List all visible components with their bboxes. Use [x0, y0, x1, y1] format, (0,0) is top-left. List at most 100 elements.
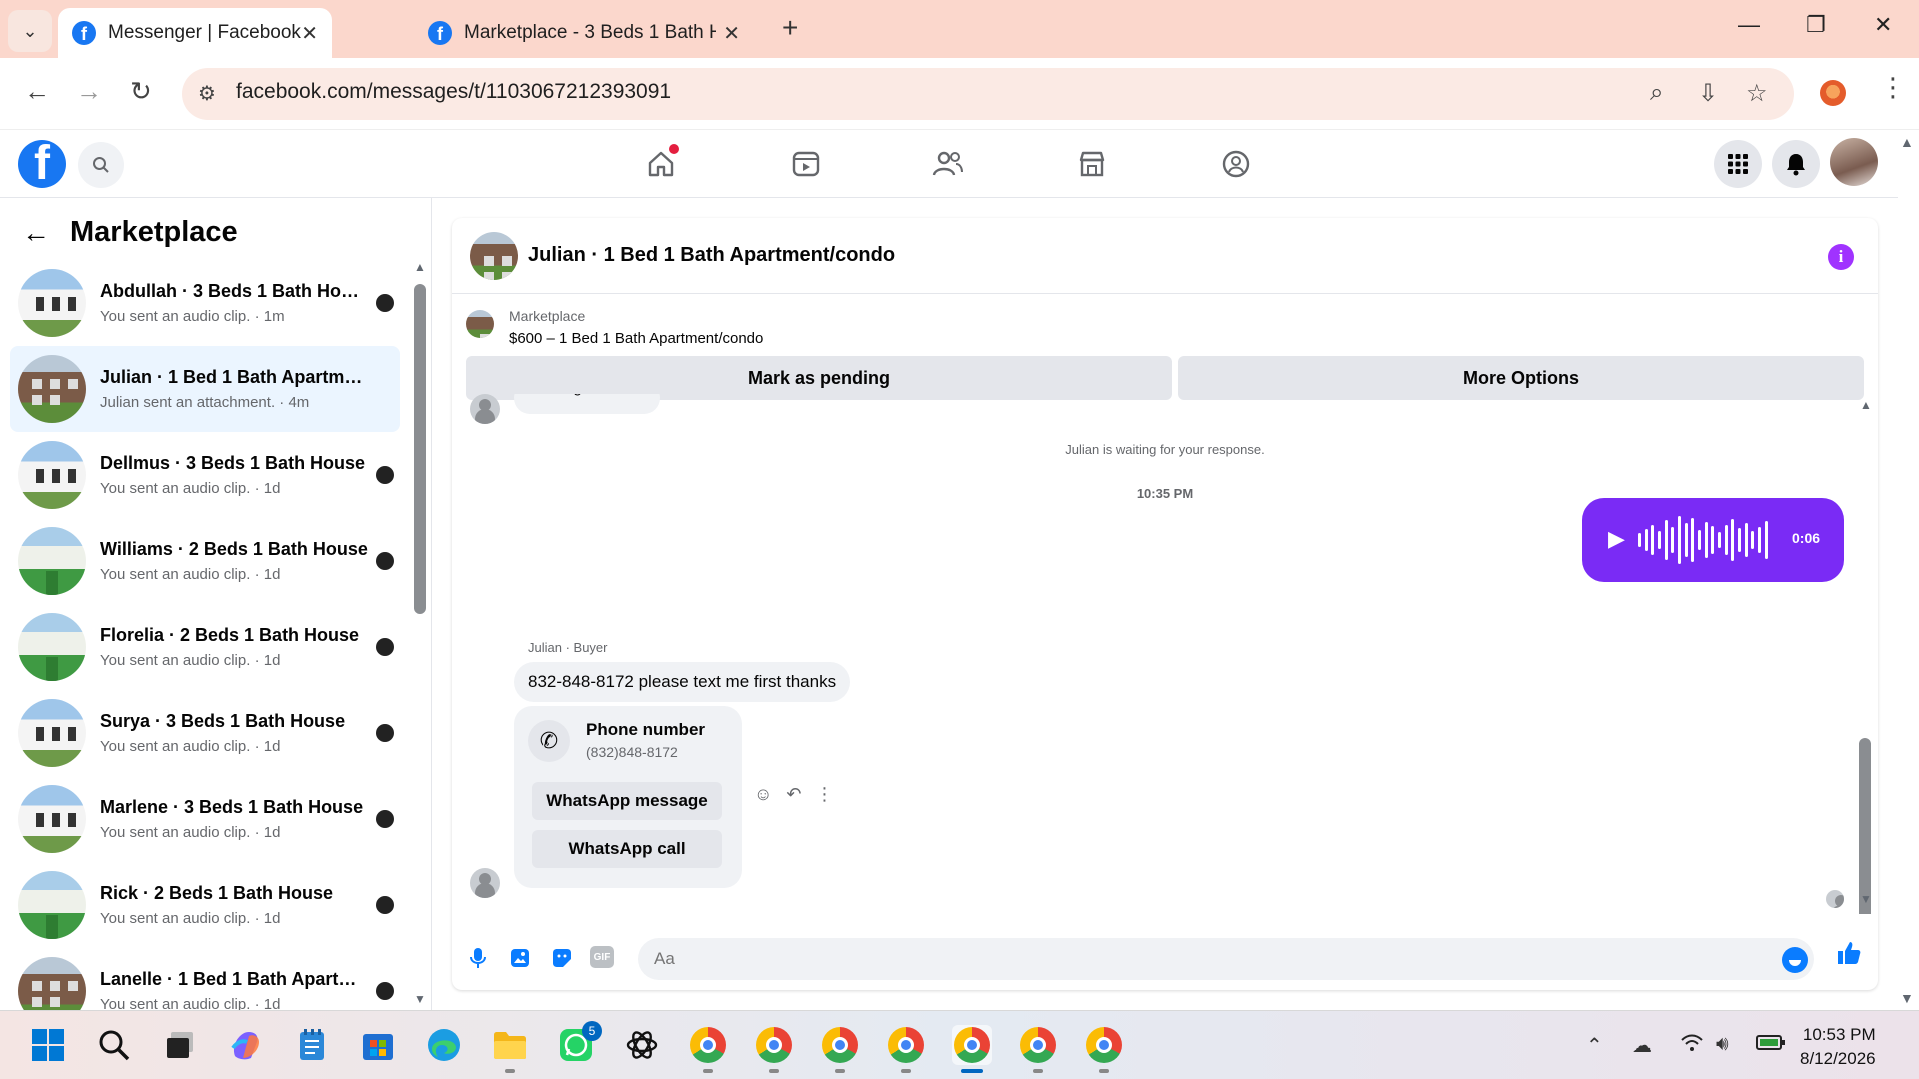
chrome-profile-icon[interactable]	[1018, 1025, 1058, 1065]
restore-icon[interactable]: ❐	[1806, 12, 1826, 38]
chrome-profile-icon[interactable]	[886, 1025, 926, 1065]
page-scroll-up-icon[interactable]: ▲	[1900, 134, 1914, 150]
url-text[interactable]: facebook.com/messages/t/1103067212393091	[236, 80, 671, 104]
install-app-icon[interactable]: ⇩	[1698, 79, 1718, 108]
conversation-title: Julian · 1 Bed 1 Bath Apartment/...	[100, 367, 370, 387]
conversation-item[interactable]: Dellmus · 3 Beds 1 Bath House You sent an…	[10, 432, 400, 518]
conversation-title: Lanelle · 1 Bed 1 Bath Apartmen...	[100, 969, 370, 989]
thumbs-up-icon[interactable]	[1836, 940, 1862, 973]
sticker-icon[interactable]	[548, 944, 576, 972]
conversation-preview: You sent an audio clip. · 1d	[100, 652, 281, 669]
back-arrow-icon[interactable]: ←	[22, 217, 50, 249]
notepad-icon[interactable]	[292, 1025, 332, 1065]
whatsapp-call-button[interactable]: WhatsApp call	[532, 830, 722, 868]
chrome-profile-icon-active[interactable]	[952, 1025, 992, 1065]
conversation-item[interactable]: Surya · 3 Beds 1 Bath House You sent an a…	[10, 690, 400, 776]
new-tab-icon[interactable]: +	[782, 12, 798, 44]
conversation-item[interactable]: Julian · 1 Bed 1 Bath Apartment/... Julia…	[10, 346, 400, 432]
conversation-item[interactable]: Marlene · 3 Beds 1 Bath House You sent an…	[10, 776, 400, 862]
onedrive-icon[interactable]: ☁	[1632, 1033, 1652, 1058]
chrome-profile-icon[interactable]	[1084, 1025, 1124, 1065]
wifi-icon[interactable]	[1680, 1033, 1704, 1059]
reply-icon[interactable]: ↶	[786, 784, 801, 805]
scroll-up-arrow-icon[interactable]: ▲	[414, 260, 426, 274]
facebook-logo-icon[interactable]: f	[18, 140, 66, 188]
tab-messenger[interactable]: f Messenger | Facebook ✕	[58, 8, 332, 58]
image-attach-icon[interactable]	[506, 944, 534, 972]
address-bar[interactable]: ⚙ facebook.com/messages/t/11030672123930…	[182, 68, 1794, 120]
nav-marketplace[interactable]	[1074, 146, 1110, 182]
listing-price[interactable]: $600 – 1 Bed 1 Bath Apartment/condo	[509, 330, 763, 347]
conversation-item[interactable]: Abdullah · 3 Beds 1 Bath House You sent a…	[10, 260, 400, 346]
play-icon[interactable]: ▶	[1608, 526, 1625, 552]
conversation-item[interactable]: Williams · 2 Beds 1 Bath House You sent a…	[10, 518, 400, 604]
notifications-button[interactable]	[1772, 140, 1820, 188]
phone-card-number: (832)848-8172	[586, 744, 678, 760]
page-scroll-down-icon[interactable]: ▼	[1900, 990, 1914, 1006]
conversation-avatar[interactable]	[470, 232, 518, 280]
start-icon[interactable]	[28, 1025, 68, 1065]
search-taskbar-icon[interactable]	[94, 1025, 134, 1065]
whatsapp-message-button[interactable]: WhatsApp message	[532, 782, 722, 820]
chat-scroll-up-icon[interactable]: ▲	[1860, 398, 1872, 412]
edge-icon[interactable]	[424, 1025, 464, 1065]
nav-home[interactable]	[643, 144, 679, 182]
nav-friends[interactable]	[930, 146, 966, 182]
account-avatar[interactable]	[1830, 138, 1878, 186]
emoji-icon[interactable]	[1782, 947, 1808, 973]
nav-groups[interactable]	[1218, 146, 1254, 182]
battery-icon[interactable]	[1756, 1033, 1786, 1057]
tab-marketplace[interactable]: f Marketplace - 3 Beds 1 Bath Ho ✕	[414, 8, 754, 58]
microsoft-store-icon[interactable]	[358, 1025, 398, 1065]
menu-button[interactable]	[1714, 140, 1762, 188]
scroll-down-arrow-icon[interactable]: ▼	[414, 992, 426, 1006]
tab-search-button[interactable]: ⌄	[8, 10, 52, 52]
waveform-bar	[1751, 531, 1755, 549]
task-view-icon[interactable]	[160, 1025, 200, 1065]
search-button[interactable]	[78, 142, 124, 188]
back-icon[interactable]: ←	[24, 76, 50, 107]
phone-number-card[interactable]: ✆ Phone number (832)848-8172 WhatsApp me…	[514, 706, 742, 888]
incoming-message[interactable]: 832-848-8172 please text me first thanks	[514, 662, 851, 702]
message-input[interactable]	[638, 938, 1814, 980]
conversation-text: Abdullah · 3 Beds 1 Bath House You sent a…	[100, 281, 370, 325]
conversation-item[interactable]: Florelia · 2 Beds 1 Bath House You sent a…	[10, 604, 400, 690]
file-explorer-icon[interactable]	[490, 1025, 530, 1065]
close-tab-icon[interactable]: ✕	[723, 21, 740, 46]
minimize-icon[interactable]: —	[1738, 12, 1760, 38]
chrome-icon[interactable]	[688, 1025, 728, 1065]
info-icon[interactable]: i	[1828, 244, 1854, 270]
conversation-item[interactable]: Rick · 2 Beds 1 Bath House You sent an au…	[10, 862, 400, 948]
reload-icon[interactable]: ↻	[130, 76, 152, 107]
listing-thumbnail[interactable]	[466, 310, 494, 338]
react-emoji-icon[interactable]: ☺	[754, 784, 772, 805]
chat-scrollbar[interactable]	[1859, 738, 1871, 914]
conversation-text: Marlene · 3 Beds 1 Bath House You sent an…	[100, 797, 370, 841]
forward-icon[interactable]: →	[76, 76, 102, 107]
chevron-down-icon: ⌄	[22, 20, 38, 41]
chrome-profile-icon[interactable]	[820, 1025, 860, 1065]
more-actions-icon[interactable]: ⋮	[815, 784, 833, 805]
close-window-icon[interactable]: ✕	[1874, 12, 1892, 38]
audio-message-bubble[interactable]: ▶ 0:06	[1582, 498, 1844, 582]
chat-scroll-down-icon[interactable]: ▼	[1860, 892, 1872, 906]
gif-icon[interactable]: GIF	[590, 946, 614, 968]
close-tab-icon[interactable]: ✕	[301, 21, 318, 46]
bell-icon	[1787, 154, 1805, 176]
chat-title[interactable]: Julian · 1 Bed 1 Bath Apartment/condo	[528, 244, 895, 267]
copilot-icon[interactable]	[226, 1025, 266, 1065]
microphone-icon[interactable]	[464, 944, 492, 972]
volume-icon[interactable]: 🔊︎	[1716, 1033, 1729, 1056]
sidebar-scrollbar[interactable]	[414, 284, 426, 614]
taskbar-clock[interactable]: 10:53 PM 8/12/2026	[1800, 1023, 1876, 1071]
audio-waveform[interactable]	[1638, 514, 1768, 566]
nav-video[interactable]	[788, 146, 824, 182]
bookmark-star-icon[interactable]: ☆	[1746, 79, 1768, 108]
chatgpt-icon[interactable]	[622, 1025, 662, 1065]
zoom-icon[interactable]: ⌕	[1650, 79, 1663, 107]
extension-icon[interactable]	[1820, 80, 1846, 106]
site-info-icon[interactable]: ⚙	[198, 81, 216, 106]
chrome-profile-icon[interactable]	[754, 1025, 794, 1065]
browser-menu-icon[interactable]: ⋮	[1880, 72, 1906, 103]
show-hidden-icons-icon[interactable]: ⌃	[1586, 1033, 1603, 1058]
